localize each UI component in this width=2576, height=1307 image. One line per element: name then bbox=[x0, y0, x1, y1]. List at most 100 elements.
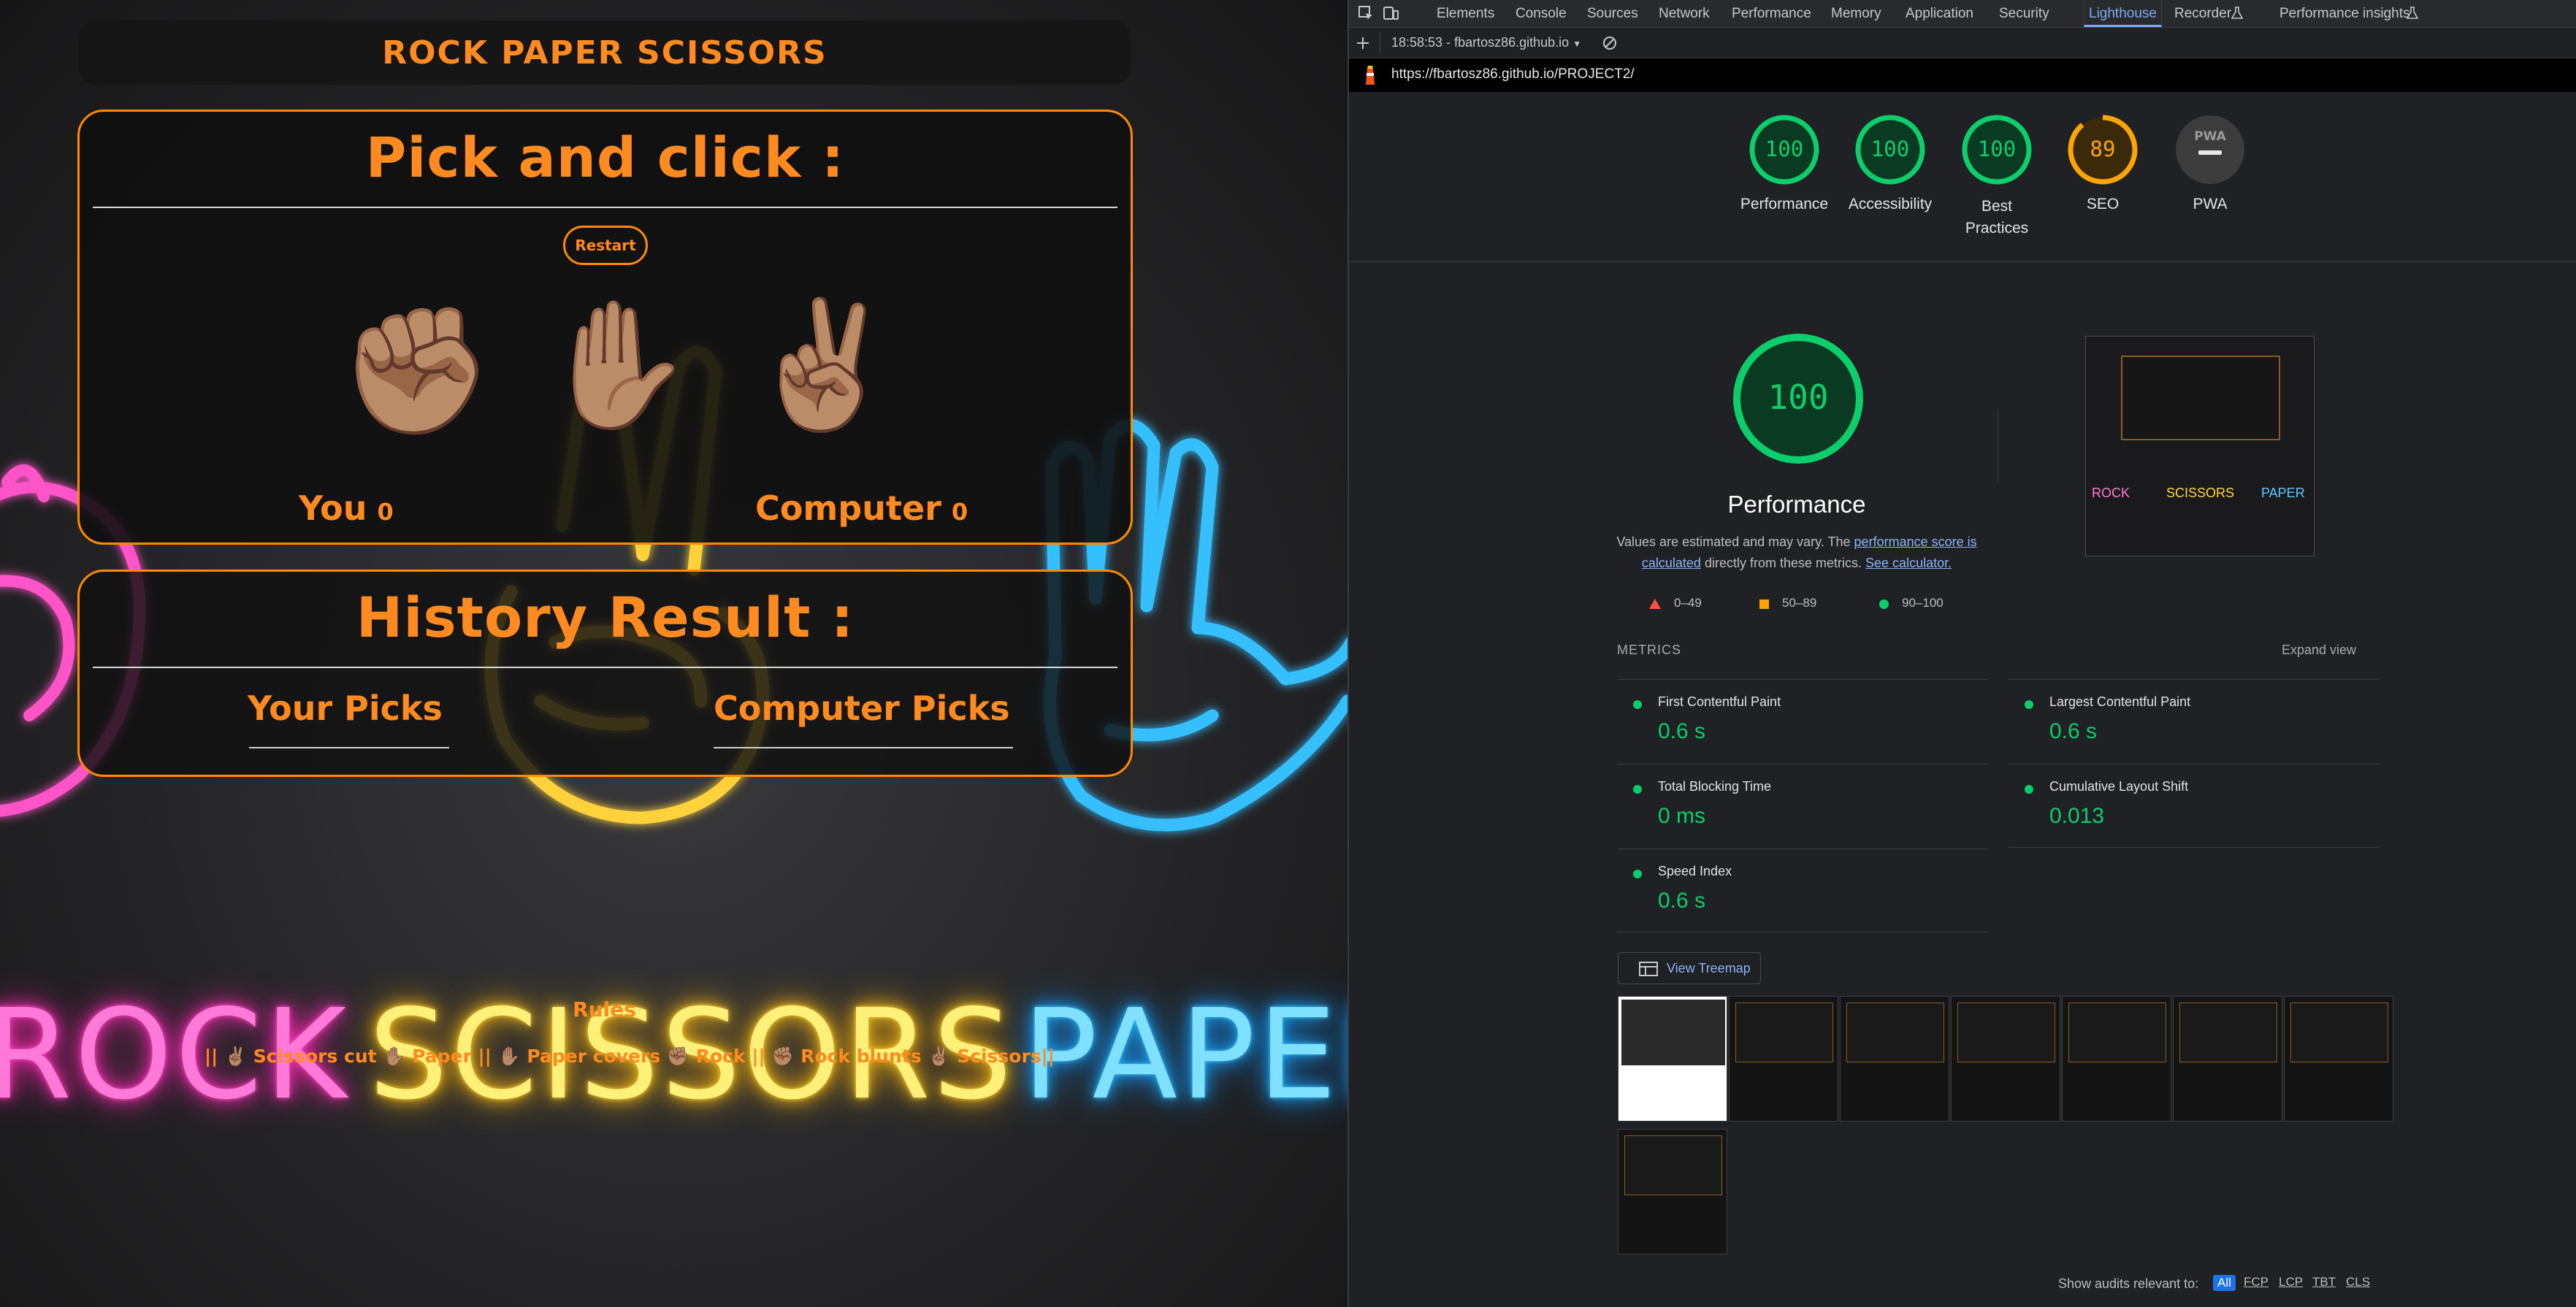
tab-performance-insights[interactable]: Performance insights bbox=[2279, 0, 2409, 27]
audit-chip-fcp[interactable]: FCP bbox=[2244, 1275, 2269, 1289]
tab-lighthouse[interactable]: Lighthouse bbox=[2084, 0, 2162, 27]
seo-gauge[interactable]: 89 bbox=[2067, 114, 2139, 185]
you-score: 0 bbox=[377, 498, 394, 526]
rock-choice[interactable]: ✊🏽 bbox=[339, 309, 494, 433]
computer-label: Computer bbox=[755, 488, 941, 528]
flask-icon bbox=[2407, 7, 2418, 19]
audits-filter-label: Show audits relevant to: bbox=[2058, 1276, 2199, 1291]
desc-mid: directly from these metrics. bbox=[1704, 556, 1862, 570]
you-score-label: You 0 bbox=[299, 488, 394, 528]
lighthouse-toolbar: 18:58:53 - fbartosz86.github.io ▼ bbox=[1349, 28, 2576, 58]
page-title: ROCK PAPER SCISSORS bbox=[382, 34, 828, 72]
tab-sources[interactable]: Sources bbox=[1587, 0, 1638, 27]
history-heading: History Result : bbox=[356, 585, 855, 650]
view-treemap-button[interactable]: View Treemap bbox=[1618, 952, 1761, 984]
gauge-label-seo: SEO bbox=[2086, 196, 2120, 212]
you-label: You bbox=[299, 488, 367, 528]
computer-score: 0 bbox=[951, 498, 968, 526]
game-page: ROCK SCISSORS PAPER ROCK PAPER SCISSORS … bbox=[0, 0, 1348, 1307]
metric-value: 0.6 s bbox=[1658, 889, 1706, 913]
tab-application[interactable]: Application bbox=[1906, 0, 1973, 27]
frame-panel bbox=[1624, 1135, 1722, 1195]
frame-panel bbox=[1957, 1003, 2055, 1062]
filmstrip-frame bbox=[1618, 1129, 1727, 1254]
computer-picks-label: Computer Picks bbox=[714, 689, 1010, 728]
device-toggle-icon[interactable] bbox=[1383, 5, 1399, 21]
url-bar: https://fbartosz86.github.io/PROJECT2/ bbox=[1349, 58, 2576, 92]
thumb-rock: ROCK bbox=[2092, 486, 2130, 500]
tab-recorder[interactable]: Recorder bbox=[2174, 0, 2231, 27]
metric-name: Largest Contentful Paint bbox=[2049, 694, 2191, 709]
pass-dot-icon bbox=[1633, 870, 1642, 878]
clear-icon[interactable] bbox=[1602, 35, 1618, 51]
svg-text:89: 89 bbox=[2090, 137, 2116, 161]
history-divider bbox=[93, 667, 1117, 668]
metric-value: 0 ms bbox=[1658, 804, 1706, 828]
devtools-tabbar: Elements Console Sources Network Perform… bbox=[1349, 0, 2576, 28]
tab-network[interactable]: Network bbox=[1659, 0, 1710, 27]
metric-name: Total Blocking Time bbox=[1658, 779, 1772, 794]
paper-choice[interactable]: ✋🏽 bbox=[540, 303, 695, 427]
pass-circle-icon bbox=[1879, 599, 1889, 609]
computer-score-label: Computer 0 bbox=[755, 488, 968, 528]
rules-text: || ✌🏽 Scissors cut ✋🏽 Paper || ✋🏽 Paper … bbox=[205, 1046, 1055, 1067]
metric-value: 0.6 s bbox=[2049, 719, 2098, 743]
svg-text:100: 100 bbox=[1871, 137, 1909, 161]
pick-panel: Pick and click : Restart ✊🏽 ✋🏽 ✌🏽 You 0 C… bbox=[77, 110, 1133, 545]
scissors-choice[interactable]: ✌🏽 bbox=[746, 303, 901, 427]
screenshot-panel bbox=[2121, 356, 2280, 440]
filmstrip-frame bbox=[2062, 996, 2171, 1122]
legend-fail: 0–49 bbox=[1674, 596, 1702, 610]
desc-prefix: Values are estimated and may vary. The bbox=[1616, 534, 1851, 549]
performance-title: Performance bbox=[1727, 491, 1866, 518]
audit-chip-tbt[interactable]: TBT bbox=[2312, 1275, 2336, 1289]
calculator-link[interactable]: See calculator. bbox=[1865, 556, 1952, 570]
gauge-label-best-practices: Best Practices bbox=[1965, 198, 2029, 237]
pwa-badge-icon[interactable]: PWA bbox=[2174, 114, 2246, 185]
pass-dot-icon bbox=[1633, 785, 1642, 794]
pass-dot-icon bbox=[1633, 700, 1642, 709]
audit-chip-lcp[interactable]: LCP bbox=[2279, 1275, 2303, 1289]
svg-text:100: 100 bbox=[1767, 377, 1828, 417]
average-square-icon bbox=[1759, 599, 1769, 609]
tab-console[interactable]: Console bbox=[1516, 0, 1567, 27]
restart-button[interactable]: Restart bbox=[563, 226, 648, 265]
your-picks-list bbox=[249, 747, 449, 748]
svg-text:100: 100 bbox=[1978, 137, 2016, 161]
metric-divider bbox=[2009, 847, 2380, 848]
metric-value: 0.6 s bbox=[1658, 719, 1706, 743]
frame-panel bbox=[2179, 1003, 2277, 1062]
fail-triangle-icon bbox=[1649, 599, 1661, 609]
audit-chip-all[interactable]: All bbox=[2213, 1275, 2236, 1291]
flask-icon bbox=[2231, 7, 2243, 19]
accessibility-gauge[interactable]: 100 bbox=[1854, 114, 1926, 185]
your-picks-label: Your Picks bbox=[248, 689, 443, 728]
report-selector-label: 18:58:53 - fbartosz86.github.io bbox=[1391, 35, 1570, 50]
lighthouse-logo-icon bbox=[1366, 66, 1375, 85]
audit-chip-cls[interactable]: CLS bbox=[2346, 1275, 2370, 1289]
filmstrip-frame bbox=[1840, 996, 1949, 1122]
frame-panel bbox=[1735, 1003, 1833, 1062]
gauge-label-accessibility: Accessibility bbox=[1848, 196, 1933, 212]
inspect-icon[interactable] bbox=[1358, 5, 1374, 21]
report-selector[interactable]: 18:58:53 - fbartosz86.github.io ▼ bbox=[1391, 35, 1581, 50]
metric-fcp: First Contentful Paint 0.6 s bbox=[1617, 679, 1988, 762]
tab-elements[interactable]: Elements bbox=[1437, 0, 1494, 27]
filmstrip-frame bbox=[2173, 996, 2282, 1122]
best-practices-gauge[interactable]: 100 bbox=[1961, 114, 2033, 185]
tab-performance[interactable]: Performance bbox=[1732, 0, 1811, 27]
pick-divider bbox=[93, 207, 1117, 208]
history-panel: History Result : Your Picks Computer Pic… bbox=[77, 570, 1133, 777]
metric-value: 0.013 bbox=[2049, 804, 2105, 828]
metric-cls: Cumulative Layout Shift 0.013 bbox=[2009, 764, 2380, 847]
legend-pass: 90–100 bbox=[1902, 596, 1944, 610]
performance-gauge[interactable]: 100 bbox=[1748, 114, 1820, 185]
tab-security[interactable]: Security bbox=[1999, 0, 2049, 27]
frame-panel bbox=[2068, 1003, 2166, 1062]
section-divider bbox=[1349, 261, 2576, 262]
expand-view-toggle[interactable]: Expand view bbox=[2282, 643, 2356, 658]
final-screenshot[interactable]: ROCK SCISSORS PAPER bbox=[2085, 336, 2315, 556]
tab-memory[interactable]: Memory bbox=[1831, 0, 1881, 27]
plus-icon[interactable] bbox=[1355, 35, 1371, 51]
frame-panel bbox=[1846, 1003, 1944, 1062]
